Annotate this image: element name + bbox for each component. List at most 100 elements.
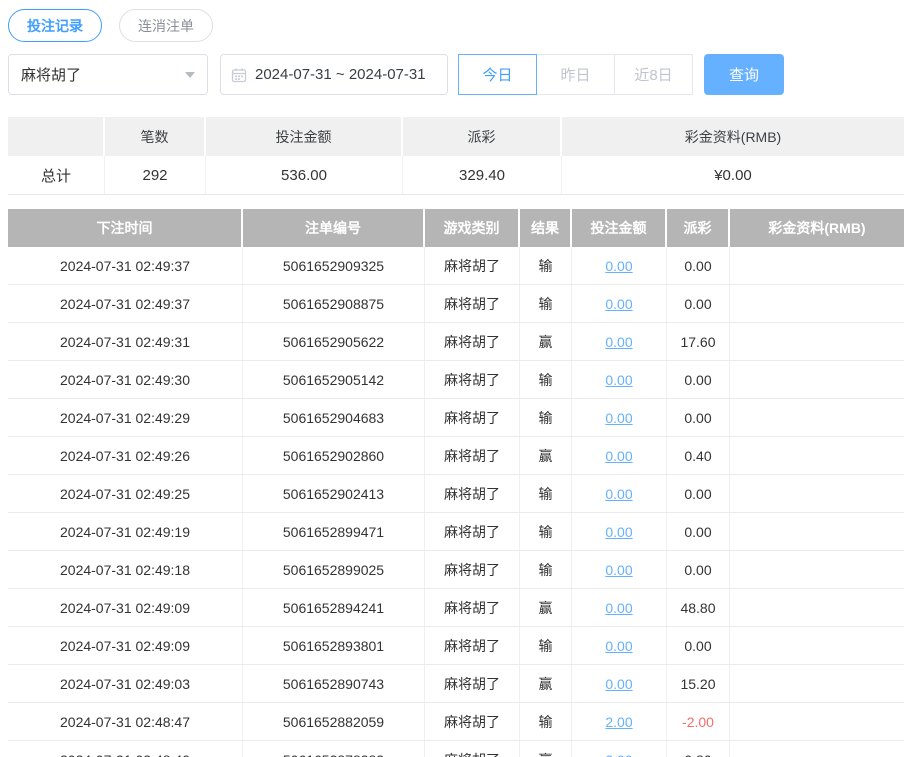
payout-value: 0.40 — [667, 437, 730, 474]
payout-value: 17.60 — [667, 323, 730, 360]
search-button[interactable]: 查询 — [704, 54, 784, 95]
bet-amount-link[interactable]: 0.00 — [605, 524, 632, 540]
bet-amount-cell: 0.00 — [572, 513, 667, 550]
table-row: 2024-07-31 02:49:26 5061652902860 麻将胡了 赢… — [8, 437, 904, 475]
bet-time: 2024-07-31 02:49:26 — [8, 437, 243, 474]
last-8-days-button[interactable]: 近8日 — [614, 54, 693, 95]
tab-betting-records[interactable]: 投注记录 — [8, 9, 102, 42]
bet-amount-link[interactable]: 0.00 — [605, 296, 632, 312]
game-type: 麻将胡了 — [425, 741, 520, 757]
bet-time: 2024-07-31 02:48:47 — [8, 703, 243, 740]
bonus-value — [730, 741, 904, 757]
game-type: 麻将胡了 — [425, 589, 520, 626]
bet-id: 5061652878382 — [243, 741, 425, 757]
summary-header-count: 笔数 — [105, 117, 206, 156]
bets-header-row: 下注时间 注单编号 游戏类别 结果 投注金额 派彩 彩金资料(RMB) — [8, 209, 904, 247]
table-row: 2024-07-31 02:49:18 5061652899025 麻将胡了 输… — [8, 551, 904, 589]
today-button[interactable]: 今日 — [458, 54, 537, 95]
table-row: 2024-07-31 02:49:03 5061652890743 麻将胡了 赢… — [8, 665, 904, 703]
bonus-value — [730, 665, 904, 702]
summary-total-payout: 329.40 — [403, 156, 562, 194]
bet-amount-cell: 0.00 — [572, 361, 667, 398]
bet-amount-cell: 0.00 — [572, 437, 667, 474]
table-row: 2024-07-31 02:48:47 5061652882059 麻将胡了 输… — [8, 703, 904, 741]
header-game-type: 游戏类别 — [425, 209, 520, 247]
quick-range-group: 今日 昨日 近8日 — [458, 54, 693, 95]
bet-amount-link[interactable]: 2.00 — [605, 714, 632, 730]
payout-value: 15.20 — [667, 665, 730, 702]
bet-id: 5061652908875 — [243, 285, 425, 322]
bet-result: 输 — [520, 513, 572, 550]
summary-header-blank — [8, 117, 105, 156]
bet-amount-link[interactable]: 0.00 — [605, 638, 632, 654]
header-bonus: 彩金资料(RMB) — [730, 209, 904, 247]
bet-amount-link[interactable]: 0.00 — [605, 562, 632, 578]
bet-amount-link[interactable]: 0.00 — [605, 410, 632, 426]
bet-amount-cell: 2.00 — [572, 703, 667, 740]
header-result: 结果 — [520, 209, 572, 247]
bet-result: 输 — [520, 285, 572, 322]
bonus-value — [730, 475, 904, 512]
bet-time: 2024-07-31 02:49:29 — [8, 399, 243, 436]
game-type: 麻将胡了 — [425, 285, 520, 322]
header-payout: 派彩 — [667, 209, 730, 247]
payout-value: 0.00 — [667, 399, 730, 436]
bets-table-body: 2024-07-31 02:49:37 5061652909325 麻将胡了 输… — [8, 247, 904, 757]
payout-value: 0.00 — [667, 513, 730, 550]
yesterday-button[interactable]: 昨日 — [536, 54, 615, 95]
bet-time: 2024-07-31 02:49:03 — [8, 665, 243, 702]
payout-value: 0.00 — [667, 551, 730, 588]
summary-table: 笔数 投注金额 派彩 彩金资料(RMB) 总计 292 536.00 329.4… — [8, 117, 904, 195]
payout-value: 0.00 — [667, 475, 730, 512]
tab-cancelled-bets[interactable]: 连消注单 — [119, 9, 213, 42]
summary-header-bet-amount: 投注金额 — [206, 117, 403, 156]
bet-amount-link[interactable]: 0.00 — [605, 676, 632, 692]
bonus-value — [730, 703, 904, 740]
date-range-value: 2024-07-31 ~ 2024-07-31 — [255, 66, 426, 83]
bet-amount-link[interactable]: 2.00 — [605, 752, 632, 757]
table-row: 2024-07-31 02:48:40 5061652878382 麻将胡了 赢… — [8, 741, 904, 757]
summary-header-payout: 派彩 — [403, 117, 562, 156]
bet-id: 5061652905142 — [243, 361, 425, 398]
table-row: 2024-07-31 02:49:37 5061652909325 麻将胡了 输… — [8, 247, 904, 285]
bet-id: 5061652894241 — [243, 589, 425, 626]
bet-amount-link[interactable]: 0.00 — [605, 486, 632, 502]
bet-time: 2024-07-31 02:49:18 — [8, 551, 243, 588]
summary-total-label: 总计 — [8, 156, 105, 194]
game-type-select[interactable]: 麻将胡了 — [8, 54, 208, 95]
bonus-value — [730, 589, 904, 626]
table-row: 2024-07-31 02:49:29 5061652904683 麻将胡了 输… — [8, 399, 904, 437]
header-bet-amount: 投注金额 — [572, 209, 667, 247]
bet-amount-link[interactable]: 0.00 — [605, 600, 632, 616]
betting-records-page: 投注记录 连消注单 麻将胡了 2024-07-31 ~ 2024-07-31 今… — [0, 0, 912, 757]
bonus-value — [730, 247, 904, 284]
bet-amount-cell: 0.00 — [572, 589, 667, 626]
game-type: 麻将胡了 — [425, 665, 520, 702]
summary-header-bonus: 彩金资料(RMB) — [562, 117, 904, 156]
date-range-picker[interactable]: 2024-07-31 ~ 2024-07-31 — [220, 54, 448, 95]
bet-amount-link[interactable]: 0.00 — [605, 334, 632, 350]
game-type: 麻将胡了 — [425, 703, 520, 740]
bet-result: 输 — [520, 399, 572, 436]
bet-result: 赢 — [520, 437, 572, 474]
bet-amount-link[interactable]: 0.00 — [605, 258, 632, 274]
bet-amount-cell: 0.00 — [572, 399, 667, 436]
payout-value: 0.00 — [667, 285, 730, 322]
tab-bar: 投注记录 连消注单 — [8, 9, 904, 42]
bet-result: 输 — [520, 475, 572, 512]
bet-amount-link[interactable]: 0.00 — [605, 372, 632, 388]
bet-result: 赢 — [520, 589, 572, 626]
bet-result: 输 — [520, 551, 572, 588]
bonus-value — [730, 513, 904, 550]
bonus-value — [730, 323, 904, 360]
game-type: 麻将胡了 — [425, 247, 520, 284]
game-type-select-value: 麻将胡了 — [21, 67, 82, 84]
bet-amount-link[interactable]: 0.00 — [605, 448, 632, 464]
bet-time: 2024-07-31 02:49:09 — [8, 627, 243, 664]
bet-amount-cell: 0.00 — [572, 475, 667, 512]
bet-id: 5061652890743 — [243, 665, 425, 702]
header-bet-time: 下注时间 — [8, 209, 243, 247]
game-type: 麻将胡了 — [425, 323, 520, 360]
bet-result: 输 — [520, 703, 572, 740]
bet-time: 2024-07-31 02:49:37 — [8, 247, 243, 284]
